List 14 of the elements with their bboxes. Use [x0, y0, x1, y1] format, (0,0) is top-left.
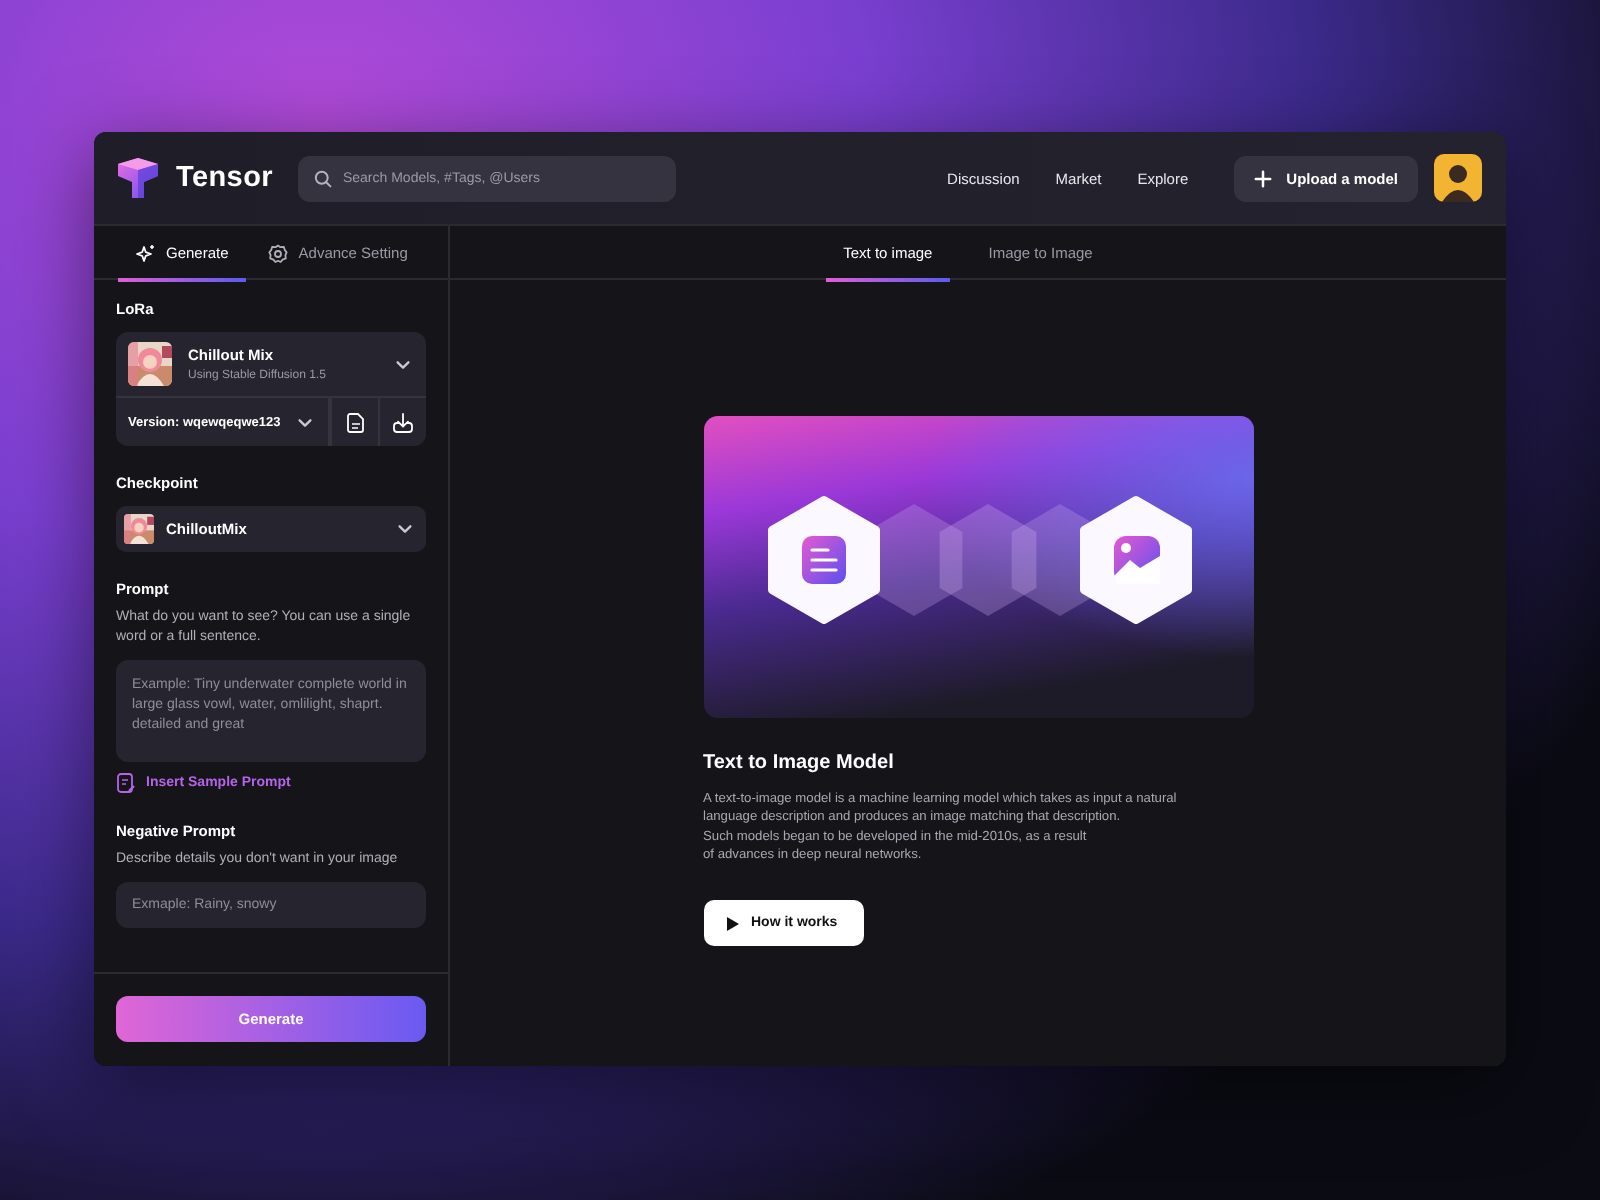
logo-icon[interactable]	[116, 156, 160, 200]
sparkle-icon	[136, 243, 156, 263]
section-title: Text to Image Model	[703, 752, 896, 774]
download-icon	[392, 411, 414, 433]
gear-icon	[268, 243, 289, 263]
chevron-down-icon	[296, 413, 314, 431]
prompt-icon	[116, 772, 136, 794]
logo-text[interactable]: Tensor	[176, 162, 273, 194]
document-icon	[345, 411, 365, 433]
chevron-down-icon	[396, 520, 414, 538]
avatar[interactable]	[1434, 154, 1482, 202]
plus-icon	[1254, 169, 1273, 187]
chevron-down-icon[interactable]	[394, 355, 412, 373]
play-icon	[725, 915, 739, 932]
